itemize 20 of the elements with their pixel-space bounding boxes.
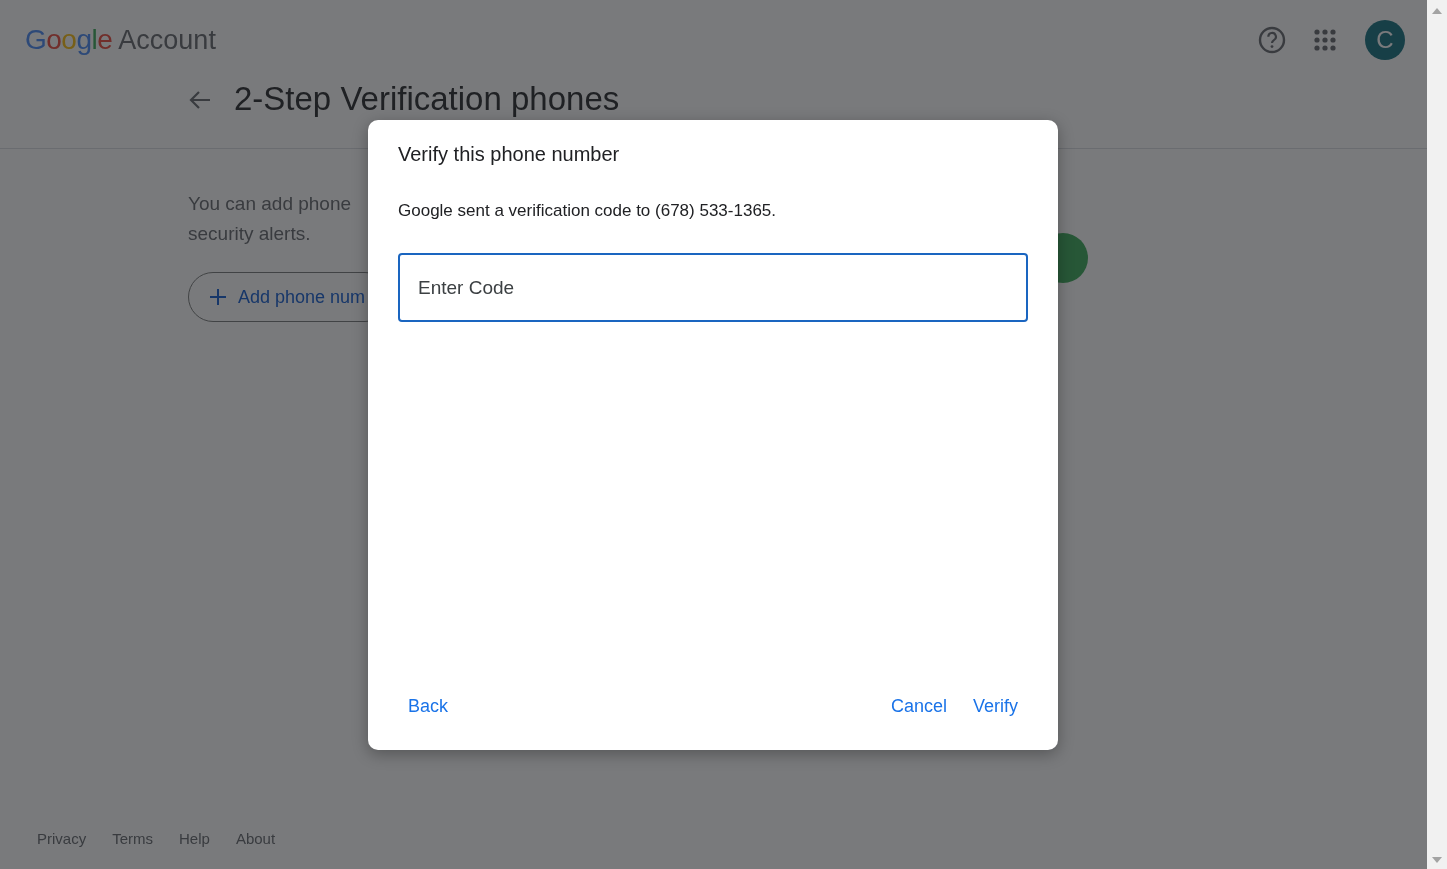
- apps-grid-icon[interactable]: [1314, 29, 1336, 51]
- scroll-down-icon[interactable]: [1432, 857, 1442, 863]
- plus-icon: [209, 288, 227, 306]
- cancel-button[interactable]: Cancel: [880, 688, 957, 725]
- back-button[interactable]: Back: [398, 688, 459, 725]
- account-avatar[interactable]: C: [1365, 20, 1405, 60]
- footer-link[interactable]: Help: [179, 830, 210, 847]
- scroll-up-icon[interactable]: [1432, 8, 1442, 14]
- footer-link[interactable]: About: [235, 830, 276, 847]
- dialog-message: Google sent a verification code to (678) 533-1365.: [398, 201, 778, 221]
- product-name: Account: [118, 24, 216, 56]
- code-input-field[interactable]: Enter Code: [398, 253, 1028, 322]
- footer-link[interactable]: Terms: [112, 830, 154, 847]
- dialog-title: Verify this phone number: [398, 143, 621, 166]
- help-icon[interactable]: [1258, 26, 1286, 54]
- footer-link[interactable]: Privacy: [37, 830, 87, 847]
- google-logo[interactable]: Google: [25, 24, 113, 56]
- verify-button[interactable]: Verify: [962, 688, 1028, 725]
- description-text: You can add phone security alerts.: [188, 192, 352, 246]
- page-title: 2-Step Verification phones: [234, 80, 620, 118]
